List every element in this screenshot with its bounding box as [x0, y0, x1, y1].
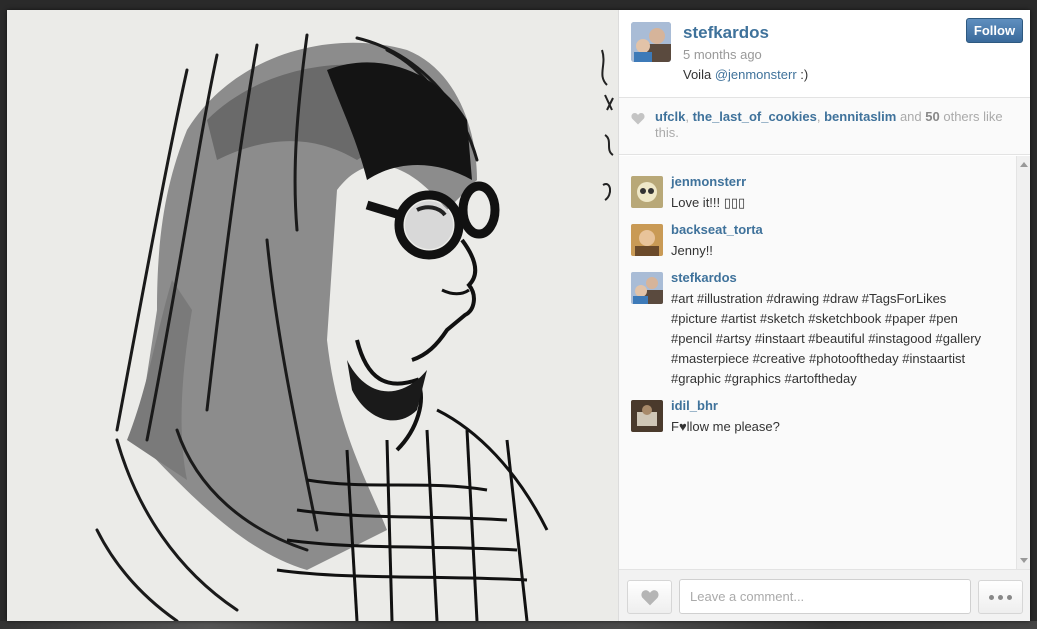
like-button[interactable]: [627, 580, 672, 614]
commenter-avatar[interactable]: [631, 176, 663, 208]
avatar-image: [631, 272, 663, 304]
likes-separator: ,: [816, 109, 825, 124]
heart-icon: [631, 113, 645, 125]
commenter-avatar[interactable]: [631, 224, 663, 256]
photo-modal: stefkardos 5 months ago Voila @jenmonste…: [7, 10, 1030, 621]
comment-username[interactable]: idil_bhr: [671, 398, 718, 413]
comment-input[interactable]: [679, 579, 971, 614]
heart-icon: [641, 590, 659, 606]
likes-summary: ufclk, the_last_of_cookies, bennitaslim …: [619, 98, 1030, 155]
liker-bennitaslim[interactable]: bennitaslim: [824, 109, 896, 124]
scroll-up-arrow-icon[interactable]: [1020, 162, 1028, 167]
caption-suffix: :): [796, 67, 809, 82]
comment-username[interactable]: backseat_torta: [671, 222, 763, 237]
caption-mention[interactable]: @jenmonsterr: [715, 67, 797, 82]
comment-footer: [619, 569, 1030, 621]
likes-separator: ,: [685, 109, 693, 124]
comment-username[interactable]: stefkardos: [671, 270, 737, 285]
avatar-image: [631, 224, 663, 256]
comment-text: Love it!!! ▯▯▯: [671, 195, 746, 210]
follow-button[interactable]: Follow: [966, 18, 1023, 43]
commenter-avatar[interactable]: [631, 400, 663, 432]
author-avatar[interactable]: [631, 22, 671, 62]
post-header: stefkardos 5 months ago Voila @jenmonste…: [619, 10, 1030, 98]
background-photo-strip: [0, 621, 1037, 629]
ellipsis-icon: [998, 595, 1003, 600]
avatar-image: [631, 176, 663, 208]
scroll-down-arrow-icon[interactable]: [1020, 558, 1028, 563]
comment-text: F♥llow me please?: [671, 419, 780, 434]
ellipsis-icon: [1007, 595, 1012, 600]
likes-count[interactable]: 50: [925, 109, 939, 124]
more-options-button[interactable]: [978, 580, 1023, 614]
post-sidebar: stefkardos 5 months ago Voila @jenmonste…: [618, 10, 1030, 621]
comment-text: Jenny!!: [671, 243, 713, 258]
liker-the-last-of-cookies[interactable]: the_last_of_cookies: [693, 109, 817, 124]
commenter-avatar[interactable]: [631, 272, 663, 304]
likes-text: ufclk, the_last_of_cookies, bennitaslim …: [655, 109, 1015, 141]
ellipsis-icon: [989, 595, 994, 600]
liker-ufclk[interactable]: ufclk: [655, 109, 685, 124]
post-photo: [7, 10, 618, 621]
post-timestamp[interactable]: 5 months ago: [683, 47, 762, 62]
sketch-illustration: [7, 10, 618, 621]
author-username[interactable]: stefkardos: [683, 23, 769, 43]
comment-text: #art #illustration #drawing #draw #TagsF…: [671, 291, 982, 386]
comments-list[interactable]: jenmonsterr Love it!!! ▯▯▯ backseat_tort…: [619, 156, 1030, 569]
likes-and: and: [896, 109, 926, 124]
comment-username[interactable]: jenmonsterr: [671, 174, 746, 189]
post-caption: Voila @jenmonsterr :): [683, 67, 808, 82]
avatar-image: [631, 22, 671, 62]
avatar-image: [631, 400, 663, 432]
comments-scrollbar[interactable]: [1016, 156, 1030, 569]
caption-text: Voila: [683, 67, 715, 82]
